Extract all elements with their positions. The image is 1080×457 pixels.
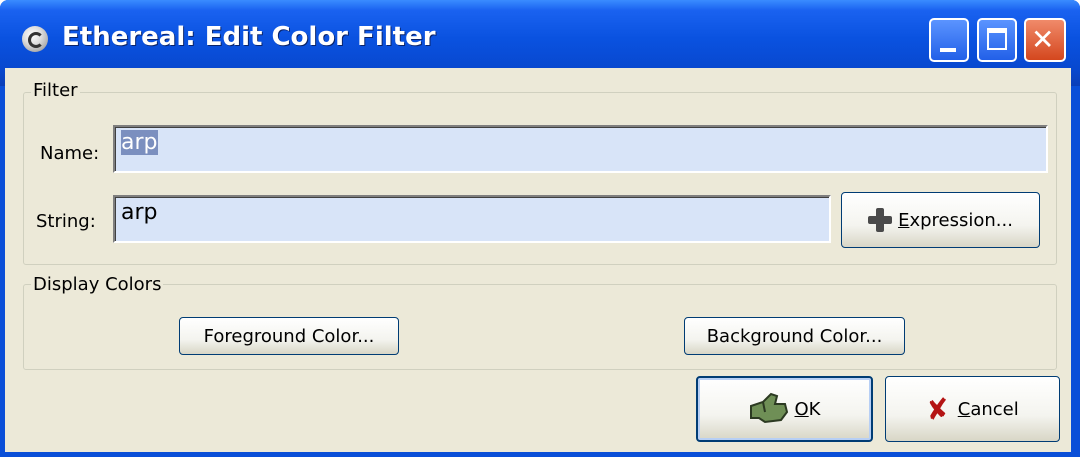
name-field-value: arp — [121, 130, 158, 155]
minimize-icon — [940, 48, 956, 52]
filter-legend: Filter — [31, 80, 80, 101]
string-field-value: arp — [121, 200, 158, 225]
app-icon[interactable] — [22, 26, 48, 52]
display-colors-legend: Display Colors — [31, 274, 164, 295]
close-icon: ✕ — [1031, 23, 1055, 56]
ok-button[interactable]: OK — [696, 376, 873, 442]
name-label: Name: — [40, 143, 100, 164]
string-label: String: — [36, 211, 96, 232]
expression-button-label: Expression... — [898, 209, 1013, 231]
close-button[interactable]: ✕ — [1024, 18, 1066, 62]
plus-icon — [868, 208, 893, 232]
dialog-window: Ethereal: Edit Color Filter ✕ Filter Nam… — [0, 0, 1080, 457]
cancel-button[interactable]: ✘ Cancel — [885, 376, 1060, 442]
expression-button[interactable]: Expression... — [841, 192, 1040, 248]
foreground-color-button[interactable]: Foreground Color... — [179, 317, 399, 355]
dialog-body: Filter Name: arp String: arp Expression.… — [5, 68, 1071, 452]
cancel-button-label: Cancel — [957, 398, 1019, 420]
string-field[interactable]: arp — [113, 195, 831, 243]
window-title: Ethereal: Edit Color Filter — [62, 22, 436, 52]
maximize-icon — [987, 28, 1007, 50]
x-icon: ✘ — [924, 391, 952, 427]
ok-hand-icon — [749, 392, 788, 424]
name-field[interactable]: arp — [113, 125, 1048, 173]
minimize-button[interactable] — [929, 18, 969, 62]
ok-button-label: OK — [794, 398, 821, 420]
background-color-button[interactable]: Background Color... — [684, 317, 905, 355]
maximize-button[interactable] — [977, 18, 1017, 62]
